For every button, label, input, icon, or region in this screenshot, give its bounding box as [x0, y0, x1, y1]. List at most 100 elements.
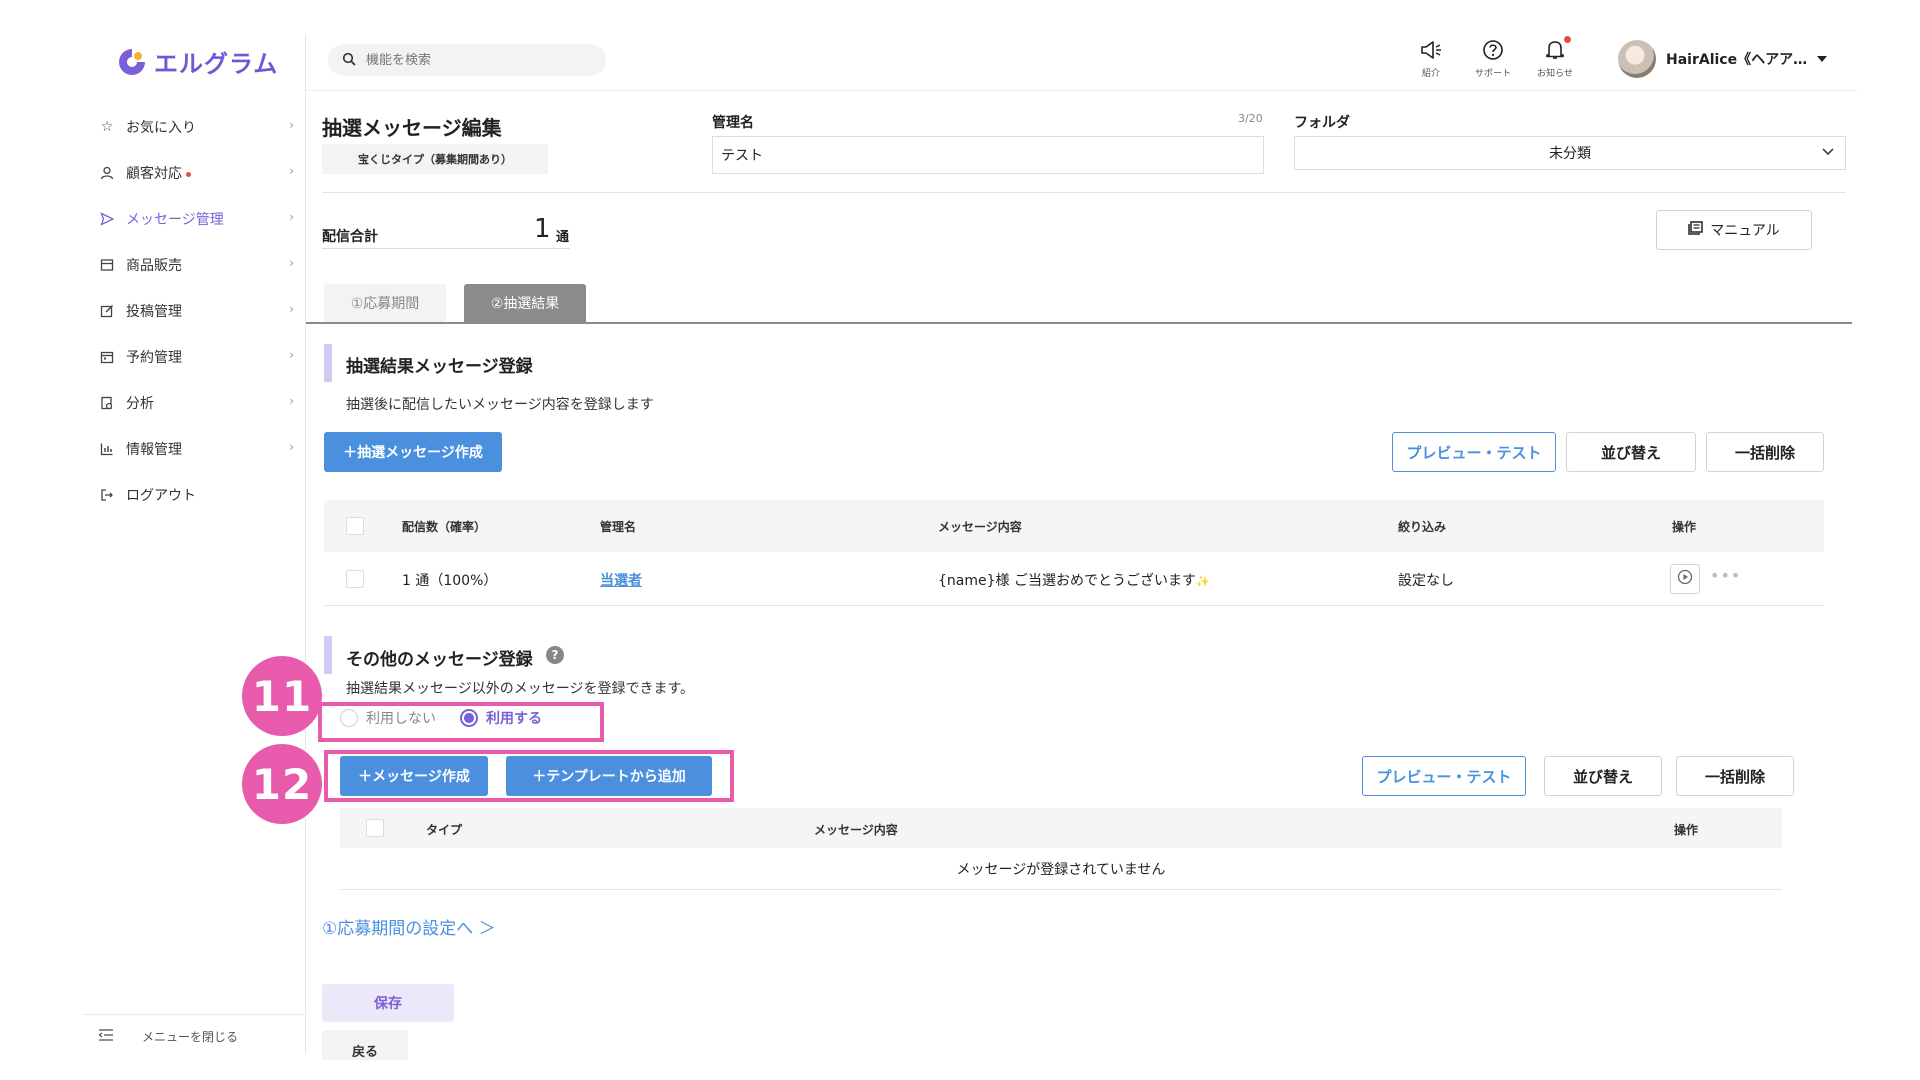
notice-button[interactable]: お知らせ: [1534, 36, 1576, 79]
sidebar-nav: ☆ お気に入り › 顧客対応 › メッセージ管理 › 商品販売 › 投稿管理 ›…: [98, 104, 294, 518]
result-section-desc: 抽選後に配信したいメッセージ内容を登録します: [346, 397, 654, 413]
name-label: 管理名: [712, 115, 754, 131]
name-char-count: 3/20: [1238, 112, 1263, 125]
chevron-right-icon: ›: [289, 118, 294, 132]
total-unit: 通: [556, 230, 570, 245]
sidebar-item-info[interactable]: 情報管理 ›: [98, 426, 294, 472]
section-accent-bar: [324, 636, 332, 674]
tab-lottery-result[interactable]: ②抽選結果: [464, 284, 586, 322]
book-icon: [1688, 221, 1704, 239]
sidebar-item-messages[interactable]: メッセージ管理 ›: [98, 196, 294, 242]
chevron-right-icon: ›: [289, 440, 294, 454]
star-icon: ☆: [100, 119, 114, 135]
folder-selected-value: 未分類: [1549, 146, 1591, 162]
menu-close-label: メニューを閉じる: [142, 1030, 239, 1044]
col-count: 配信数（確率）: [402, 520, 487, 534]
select-all-checkbox[interactable]: [366, 819, 384, 837]
bell-icon: [1545, 36, 1571, 62]
folder-select[interactable]: 未分類: [1294, 136, 1846, 170]
manual-button[interactable]: マニュアル: [1656, 210, 1812, 250]
megaphone-icon: [1419, 38, 1443, 62]
more-options-icon[interactable]: •••: [1710, 566, 1741, 585]
report-icon: [98, 394, 116, 412]
page-title: 抽選メッセージ編集: [322, 116, 502, 140]
col-type: タイプ: [426, 823, 463, 837]
other-section-desc: 抽選結果メッセージ以外のメッセージを登録できます。: [346, 681, 695, 697]
help-icon[interactable]: ?: [546, 646, 564, 664]
manual-label: マニュアル: [1710, 223, 1780, 239]
col-actions: 操作: [1672, 520, 1697, 534]
col-actions: 操作: [1674, 823, 1699, 837]
sidebar-item-reservations[interactable]: 予約管理 ›: [98, 334, 294, 380]
type-badge: 宝くじタイプ（募集期間あり）: [322, 144, 548, 174]
back-to-period-link[interactable]: ①応募期間の設定へ ＞: [322, 914, 496, 939]
sidebar-item-label: メッセージ管理: [126, 212, 224, 228]
col-content: メッセージ内容: [938, 520, 1022, 534]
step-callout-11: 11: [242, 656, 322, 736]
play-icon: [1677, 569, 1693, 589]
return-button[interactable]: 戻る: [322, 1030, 408, 1060]
table-row: 1 通（100%） 当選者 {name}様 ご当選おめでとうございます✨ 設定な…: [324, 552, 1824, 606]
create-lottery-message-button[interactable]: ＋抽選メッセージ作成: [324, 432, 502, 472]
support-button[interactable]: サポート: [1472, 38, 1514, 79]
support-label: サポート: [1474, 69, 1511, 79]
row-content-text: {name}様 ご当選おめでとうございます: [938, 573, 1196, 589]
logout-icon: [98, 486, 116, 504]
row-filter: 設定なし: [1398, 573, 1454, 589]
highlight-box-buttons: [324, 750, 734, 802]
sidebar-item-label: 予約管理: [126, 350, 182, 366]
step-callout-12: 12: [242, 744, 322, 824]
chevron-right-icon: ›: [289, 256, 294, 270]
caret-down-icon: [1817, 51, 1828, 67]
highlight-box-radio: [318, 702, 604, 742]
tab-underline: [306, 322, 1852, 324]
help-circle-icon: [1482, 38, 1504, 62]
bulk-delete-button[interactable]: 一括削除: [1676, 756, 1794, 796]
sidebar-item-label: 商品販売: [126, 258, 182, 274]
save-button[interactable]: 保存: [322, 984, 454, 1022]
result-section-title: 抽選結果メッセージ登録: [346, 357, 533, 377]
empty-message: メッセージが登録されていません: [340, 848, 1782, 890]
top-icon-group: 紹介 サポート お知らせ: [1410, 36, 1576, 79]
header-section-divider: [322, 192, 1846, 193]
sidebar-item-customers[interactable]: 顧客対応 ›: [98, 150, 294, 196]
unread-dot: [186, 172, 191, 177]
search-icon: [342, 51, 356, 70]
chevron-right-icon: ›: [289, 210, 294, 224]
chevron-down-icon: [1821, 144, 1835, 162]
row-checkbox[interactable]: [346, 570, 364, 588]
sidebar-item-logout[interactable]: ログアウト: [98, 472, 294, 518]
sort-button[interactable]: 並び替え: [1544, 756, 1662, 796]
search-box[interactable]: [328, 44, 606, 76]
select-all-checkbox[interactable]: [346, 517, 364, 535]
search-input[interactable]: [366, 52, 586, 68]
chevron-right-icon: ›: [289, 348, 294, 362]
app-logo[interactable]: エルグラム: [116, 44, 278, 79]
sidebar-item-sales[interactable]: 商品販売 ›: [98, 242, 294, 288]
row-play-button[interactable]: [1670, 564, 1700, 594]
section-accent-bar: [324, 344, 332, 382]
sparkle-icon: ✨: [1195, 575, 1210, 588]
preview-test-button[interactable]: プレビュー・テスト: [1392, 432, 1556, 472]
preview-test-button[interactable]: プレビュー・テスト: [1362, 756, 1526, 796]
sidebar-item-label: 投稿管理: [126, 304, 182, 320]
result-table-header: 配信数（確率） 管理名 メッセージ内容 絞り込み 操作: [324, 500, 1824, 552]
menu-close-button[interactable]: メニューを閉じる: [82, 1014, 306, 1058]
chart-icon: [98, 440, 116, 458]
bulk-delete-button[interactable]: 一括削除: [1706, 432, 1824, 472]
col-content: メッセージ内容: [814, 823, 898, 837]
edit-icon: [98, 302, 116, 320]
sidebar-item-posts[interactable]: 投稿管理 ›: [98, 288, 294, 334]
user-menu[interactable]: HairAlice《ヘアア…: [1618, 40, 1828, 78]
notice-label: お知らせ: [1537, 69, 1573, 79]
sort-button[interactable]: 並び替え: [1566, 432, 1696, 472]
tab-application-period[interactable]: ①応募期間: [324, 284, 446, 322]
sidebar-item-favorites[interactable]: ☆ お気に入り ›: [98, 104, 294, 150]
intro-button[interactable]: 紹介: [1410, 38, 1452, 79]
name-input[interactable]: [712, 136, 1264, 174]
user-icon: [98, 164, 116, 182]
sidebar-item-label: 情報管理: [126, 442, 182, 458]
sidebar-item-analytics[interactable]: 分析 ›: [98, 380, 294, 426]
sidebar-item-label: 分析: [126, 396, 154, 412]
row-name-link[interactable]: 当選者: [600, 570, 642, 590]
